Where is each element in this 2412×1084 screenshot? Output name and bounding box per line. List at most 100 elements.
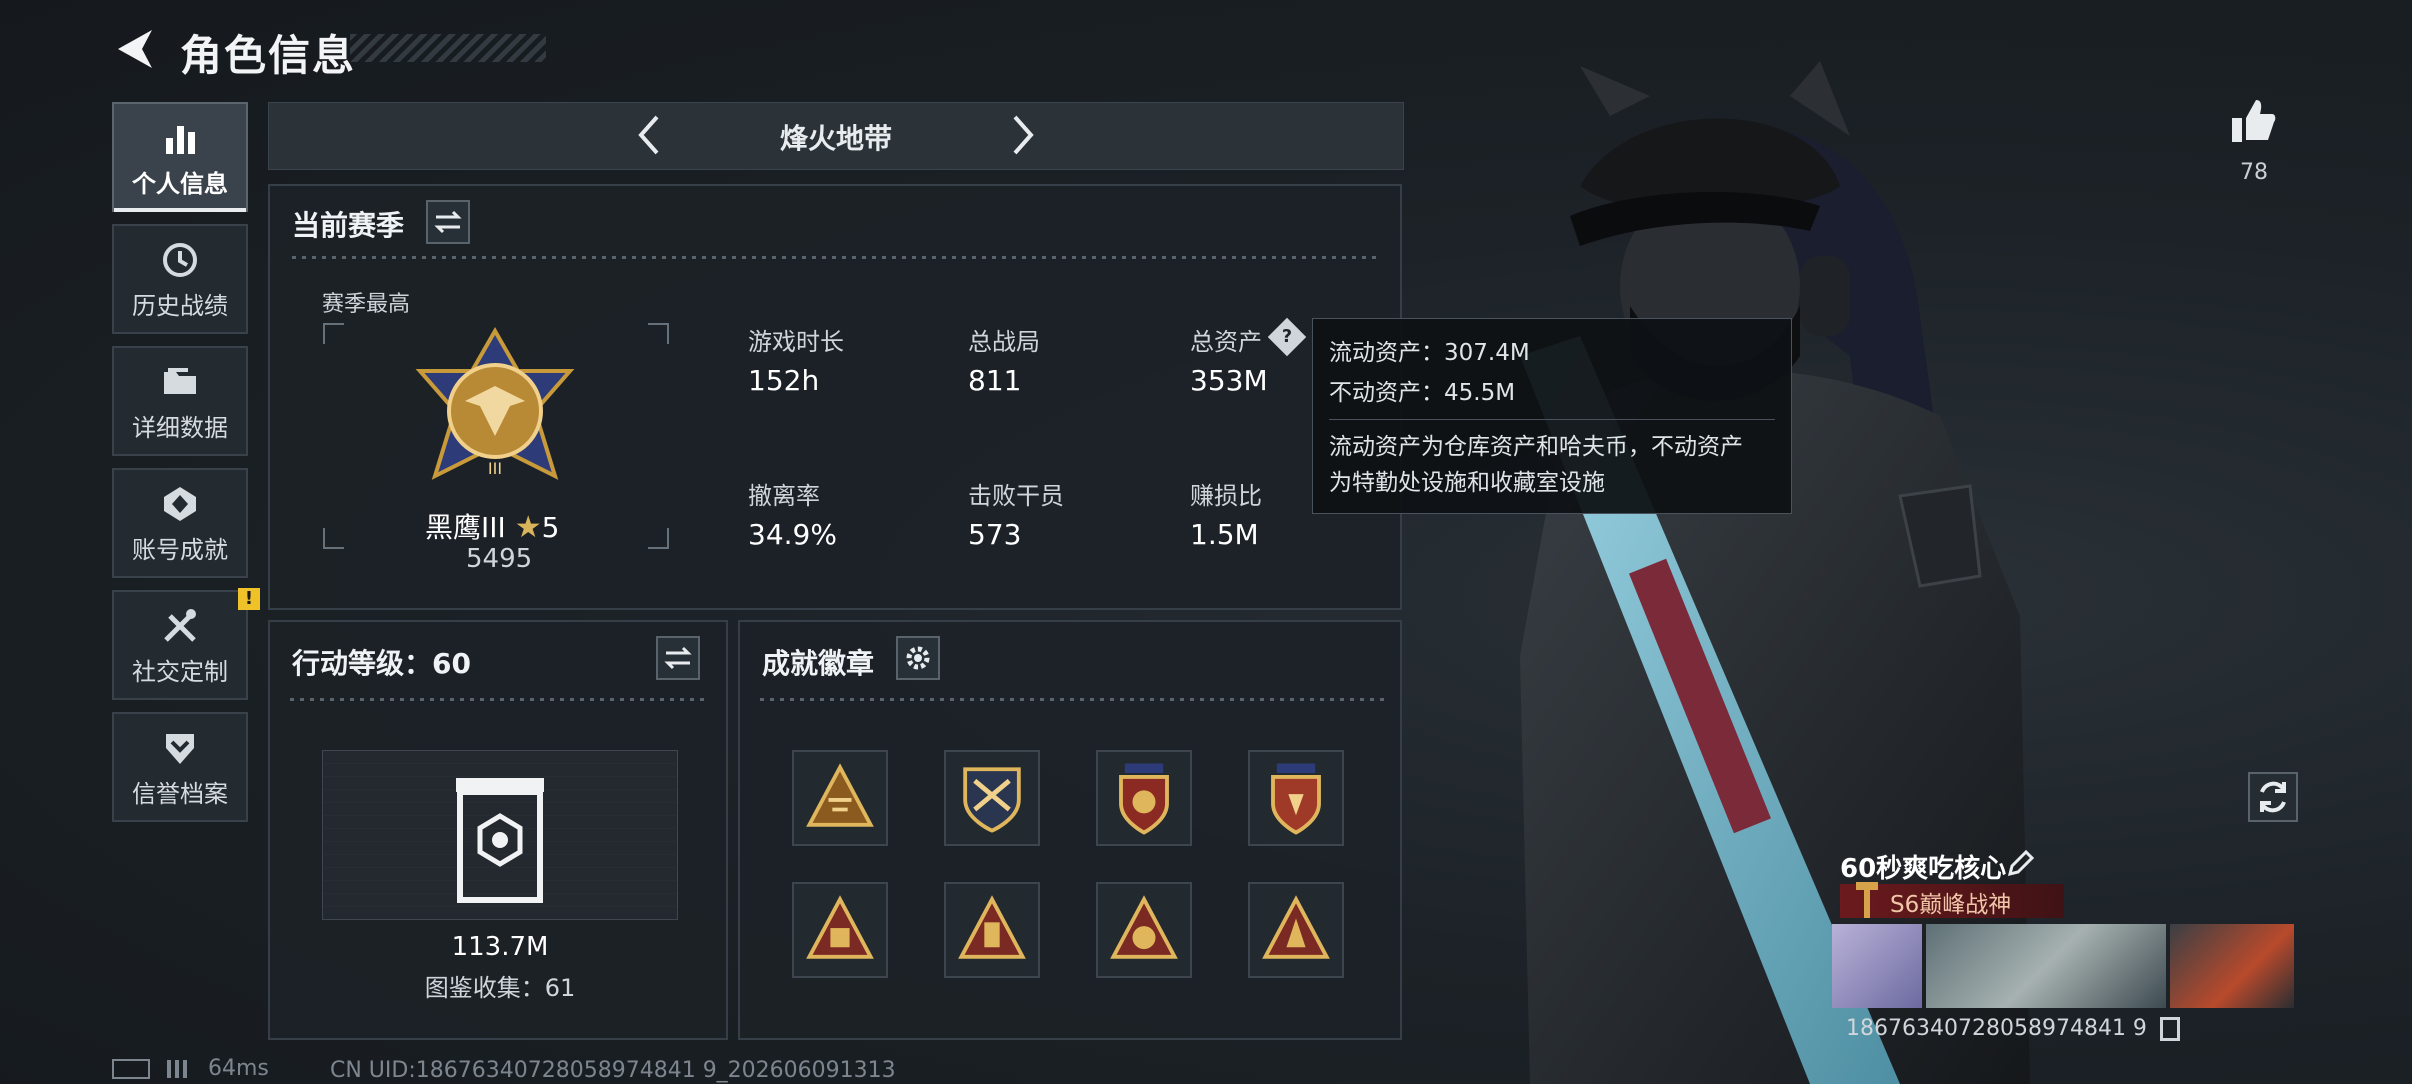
- assets-tooltip: 流动资产：307.4M 不动资产：45.5M 流动资产为仓库资产和哈夫币，不动资…: [1312, 318, 1792, 514]
- stat-kills-value: 573: [968, 518, 1022, 551]
- sidebar-item-detailed-data[interactable]: 详细数据: [112, 346, 248, 456]
- divider: [1329, 419, 1775, 420]
- history-clock-icon: [163, 243, 197, 277]
- badge-slot[interactable]: [1096, 882, 1192, 978]
- sidebar-item-history[interactable]: 历史战绩: [112, 224, 248, 334]
- edit-pencil-icon[interactable]: [2006, 848, 2036, 878]
- stat-extract-label: 撤离率: [748, 482, 820, 510]
- triangle-badge-icon: [806, 895, 874, 959]
- battery-icon: [112, 1059, 150, 1079]
- stat-assets-label: 总资产: [1190, 328, 1262, 356]
- ping-value: 64ms: [208, 1056, 269, 1081]
- triangle-badge-icon: [806, 763, 874, 827]
- rank-stars: 5: [541, 511, 560, 544]
- triangle-badge-icon: [1110, 895, 1178, 959]
- chevron-right-icon[interactable]: [997, 111, 1045, 159]
- shield-chevron-icon: [166, 734, 194, 764]
- card-image: [1926, 924, 2166, 1008]
- title-decoration: [350, 34, 546, 62]
- badge-slot[interactable]: [792, 882, 888, 978]
- uid-text: 18676340728058974841 9: [1846, 1016, 2180, 1041]
- sidebar-item-label: 个人信息: [132, 170, 228, 198]
- season-title: 当前赛季: [292, 209, 405, 242]
- season-best-label: 赛季最高: [322, 292, 411, 317]
- help-icon[interactable]: ?: [1267, 317, 1307, 357]
- stat-profit-value: 1.5M: [1190, 518, 1259, 551]
- stat-kills-label: 击败干员: [968, 482, 1064, 510]
- sidebar-item-label: 详细数据: [132, 414, 228, 442]
- season-panel: 当前赛季 赛季最高 III 黑鹰III ★5 5495 游戏时长 152h 总战…: [268, 184, 1402, 610]
- like-count: 78: [2240, 160, 2268, 185]
- rank-tag-text: S6巅峰战神: [1890, 892, 2012, 918]
- collection-count: 图鉴收集：61: [424, 974, 576, 1002]
- collection-value: 113.7M: [451, 932, 549, 962]
- uid-value: 18676340728058974841 9: [1846, 1016, 2147, 1041]
- sidebar-item-achievements[interactable]: 账号成就: [112, 468, 248, 578]
- folder-icon: [164, 368, 196, 394]
- tooltip-fixed-assets: 不动资产：45.5M: [1329, 380, 1516, 406]
- stat-profit-label: 赚损比: [1190, 482, 1262, 510]
- profile-card-strip[interactable]: [1832, 924, 2294, 1008]
- sidebar-item-label: 历史战绩: [132, 292, 228, 320]
- divider: [760, 698, 1384, 701]
- rank-name: 黑鹰III: [425, 511, 506, 544]
- badge-slot[interactable]: [944, 882, 1040, 978]
- badge-slot[interactable]: [1096, 750, 1192, 846]
- sidebar-item-credit-record[interactable]: 信誉档案: [112, 712, 248, 822]
- stat-playtime-value: 152h: [748, 364, 820, 397]
- tools-icon: [164, 609, 196, 642]
- alert-badge: !: [238, 588, 260, 610]
- badge-slot[interactable]: [1248, 882, 1344, 978]
- crest-badge-icon: [1119, 763, 1169, 835]
- action-level-title: 行动等级：60: [292, 647, 471, 680]
- badges-title: 成就徽章: [762, 647, 875, 680]
- sidebar-item-label: 信誉档案: [132, 780, 228, 808]
- stat-assets-value: 353M: [1190, 364, 1268, 397]
- badge-slot[interactable]: [1248, 750, 1344, 846]
- shield-badge-icon: [963, 767, 1021, 833]
- tooltip-liquid-assets: 流动资产：307.4M: [1329, 340, 1530, 366]
- mode-name: 烽火地带: [779, 122, 892, 155]
- svg-text:III: III: [488, 459, 502, 478]
- rank-name-row: 黑鹰III ★5: [425, 506, 559, 546]
- divider: [292, 256, 1382, 259]
- rank-tag-emblem-icon: [1856, 882, 1878, 918]
- sidebar-item-personal-info[interactable]: 个人信息: [112, 102, 248, 212]
- page-title: 角色信息: [180, 31, 357, 80]
- thumbs-up-icon[interactable]: [2228, 96, 2278, 146]
- collection-cabinet-icon: [456, 778, 544, 903]
- rank-points: 5495: [466, 544, 533, 574]
- badge-settings-button[interactable]: [896, 636, 940, 680]
- badge-slot[interactable]: [944, 750, 1040, 846]
- tooltip-desc-line1: 流动资产为仓库资产和哈夫币，不动资产: [1329, 434, 1743, 460]
- stat-matches-value: 811: [968, 364, 1022, 397]
- rank-emblem-icon: III: [415, 326, 575, 480]
- switch-season-button[interactable]: [426, 200, 470, 244]
- triangle-badge-icon: [1262, 895, 1330, 959]
- achievement-badges-panel: 成就徽章: [738, 620, 1402, 1040]
- stat-extract-value: 34.9%: [748, 518, 837, 551]
- card-image: [2170, 924, 2294, 1008]
- divider: [290, 698, 710, 701]
- refresh-icon: [2260, 781, 2286, 813]
- copy-icon[interactable]: [2159, 1017, 2180, 1041]
- achievement-icon: [164, 487, 196, 521]
- star-icon: ★: [514, 510, 542, 545]
- triangle-badge-icon: [958, 895, 1026, 959]
- badge-slot[interactable]: [792, 750, 888, 846]
- mode-selector: 烽火地带: [268, 102, 1404, 170]
- crest-badge-icon: [1271, 763, 1321, 835]
- status-bar: 64ms: [112, 1056, 269, 1081]
- avatar: [1832, 924, 1922, 1008]
- back-arrow-icon[interactable]: [112, 26, 158, 72]
- sidebar-item-label: 账号成就: [132, 536, 228, 564]
- tooltip-desc-line2: 为特勤处设施和收藏室设施: [1329, 470, 1605, 496]
- switch-level-button[interactable]: [656, 636, 700, 680]
- swap-icon: [434, 210, 462, 234]
- refresh-button[interactable]: [2248, 772, 2298, 822]
- gear-icon: [906, 646, 930, 670]
- sidebar-item-social-custom[interactable]: 社交定制 !: [112, 588, 260, 700]
- action-level-panel: 行动等级：60 113.7M 图鉴收集：61: [268, 620, 728, 1040]
- stat-matches-label: 总战局: [968, 328, 1040, 356]
- swap-icon: [664, 646, 692, 670]
